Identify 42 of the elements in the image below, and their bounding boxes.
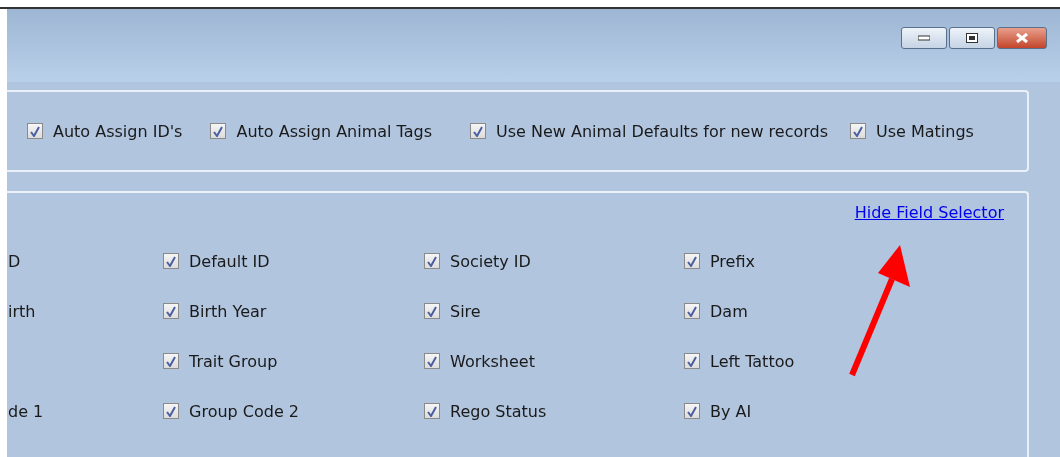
check-icon [427, 255, 437, 267]
checkbox[interactable]: Birth Year [163, 301, 424, 321]
checkbox[interactable]: Trait Group [163, 351, 424, 371]
check-icon [853, 125, 863, 137]
check-icon [687, 305, 697, 317]
checkbox[interactable]: Use Matings [850, 121, 974, 141]
check-icon [687, 255, 697, 267]
check-icon [687, 405, 697, 417]
checkbox[interactable]: Rego Status [424, 401, 684, 421]
check-icon [30, 125, 40, 137]
close-icon [1016, 33, 1028, 43]
checkbox[interactable]: Auto Assign ID's [27, 121, 183, 141]
check-icon [166, 405, 176, 417]
minimize-button[interactable] [901, 27, 947, 49]
close-button[interactable] [997, 27, 1047, 49]
check-icon [687, 355, 697, 367]
checkbox[interactable]: Use New Animal Defaults for new records [470, 121, 828, 141]
check-icon [427, 355, 437, 367]
checkbox[interactable]: Auto Assign Animal Tags [210, 121, 432, 141]
field-label: irth [7, 301, 37, 321]
checkbox[interactable]: Default ID [163, 251, 424, 271]
checkbox[interactable]: Society ID [424, 251, 684, 271]
checkbox[interactable]: Prefix [684, 251, 984, 271]
checkbox[interactable]: By AI [684, 401, 984, 421]
check-icon [473, 125, 483, 137]
field-label: de 1 [7, 401, 45, 421]
checkbox[interactable]: Dam [684, 301, 984, 321]
maximize-icon [966, 33, 978, 43]
checkbox[interactable]: Left Tattoo [684, 351, 984, 371]
field-label: D [7, 251, 22, 271]
checkbox[interactable]: Sire [424, 301, 684, 321]
checkbox[interactable]: Worksheet [424, 351, 684, 371]
maximize-button[interactable] [949, 27, 995, 49]
minimize-icon [918, 35, 930, 41]
hide-field-selector-link[interactable]: Hide Field Selector [854, 203, 1004, 222]
check-icon [427, 405, 437, 417]
check-icon [166, 255, 176, 267]
check-icon [213, 125, 224, 137]
check-icon [166, 305, 176, 317]
check-icon [427, 305, 437, 317]
check-icon [166, 355, 176, 367]
checkbox[interactable]: Group Code 2 [163, 401, 424, 421]
